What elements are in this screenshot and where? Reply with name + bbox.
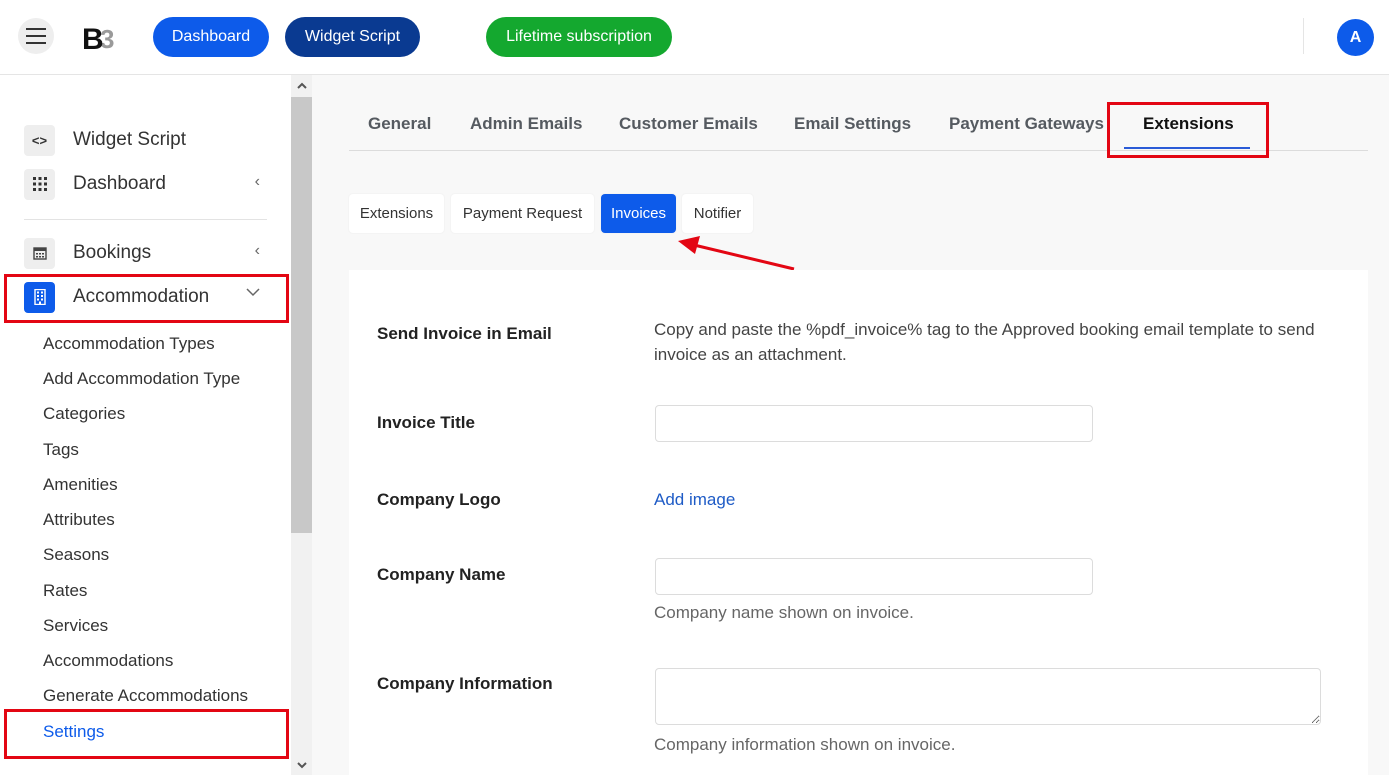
company-information-help: Company information shown on invoice. <box>654 735 956 754</box>
chevron-down-icon <box>246 284 260 302</box>
sidebar-divider <box>24 219 267 220</box>
sidebar-item-label: Dashboard <box>73 173 166 194</box>
submenu-categories[interactable]: Categories <box>43 404 125 424</box>
sidebar-scrollbar[interactable] <box>291 75 312 775</box>
company-logo-label: Company Logo <box>377 490 501 509</box>
tab-admin-emails[interactable]: Admin Emails <box>470 114 582 134</box>
brand-logo[interactable]: 3 B <box>82 22 116 52</box>
submenu-services[interactable]: Services <box>43 616 108 636</box>
sidebar-item-bookings[interactable]: Bookings ‹ <box>24 236 274 270</box>
submenu-amenities[interactable]: Amenities <box>43 475 118 495</box>
tab-customer-emails[interactable]: Customer Emails <box>619 114 758 134</box>
submenu-attributes[interactable]: Attributes <box>43 510 115 530</box>
widget-script-button[interactable]: Widget Script <box>285 17 420 57</box>
code-icon: <> <box>24 124 55 156</box>
company-name-help: Company name shown on invoice. <box>654 603 914 622</box>
tab-extensions[interactable]: Extensions <box>1143 114 1234 134</box>
menu-toggle-button[interactable] <box>18 18 54 54</box>
sidebar-item-label: Accommodation <box>73 286 210 307</box>
company-information-label: Company Information <box>377 674 553 693</box>
hamburger-icon-line <box>26 28 46 30</box>
send-invoice-description: Copy and paste the %pdf_invoice% tag to … <box>654 320 1315 364</box>
company-information-textarea[interactable] <box>655 668 1321 725</box>
sidebar-item-label: Widget Script <box>73 129 186 150</box>
scroll-down-icon[interactable] <box>291 755 312 775</box>
hamburger-icon-line <box>26 35 46 37</box>
chevron-left-icon: ‹ <box>254 242 260 259</box>
invoice-title-label: Invoice Title <box>377 413 475 432</box>
subtab-payment-request[interactable]: Payment Request <box>451 194 594 233</box>
calendar-icon <box>24 237 55 269</box>
chevron-left-icon: ‹ <box>254 173 260 190</box>
submenu-tags[interactable]: Tags <box>43 440 79 460</box>
lifetime-subscription-button[interactable]: Lifetime subscription <box>486 17 672 57</box>
settings-tabs: General Admin Emails Customer Emails Ema… <box>349 100 1368 151</box>
scrollbar-thumb[interactable] <box>291 97 312 533</box>
svg-text:B: B <box>82 23 104 52</box>
invoice-settings-card: Send Invoice in Email Copy and paste the… <box>349 270 1368 775</box>
sidebar-item-label: Bookings <box>73 242 152 263</box>
subtab-notifier[interactable]: Notifier <box>682 194 753 233</box>
hamburger-icon-line <box>26 42 46 44</box>
submenu-rates[interactable]: Rates <box>43 581 87 601</box>
add-image-link[interactable]: Add image <box>654 490 735 510</box>
submenu-accommodations[interactable]: Accommodations <box>43 651 173 671</box>
company-name-label: Company Name <box>377 565 506 584</box>
dashboard-button[interactable]: Dashboard <box>153 17 269 57</box>
submenu-accommodation-types[interactable]: Accommodation Types <box>43 334 215 354</box>
subtab-invoices[interactable]: Invoices <box>601 194 676 233</box>
submenu-settings[interactable]: Settings <box>43 722 104 742</box>
invoice-title-input[interactable] <box>655 405 1093 442</box>
active-tab-indicator <box>1124 147 1250 149</box>
tab-email-settings[interactable]: Email Settings <box>794 114 911 134</box>
sidebar-item-dashboard[interactable]: Dashboard ‹ <box>24 167 274 201</box>
top-bar: 3 B Dashboard Widget Script Lifetime sub… <box>0 0 1389 75</box>
scroll-up-icon[interactable] <box>291 75 312 95</box>
grid-icon <box>24 168 55 200</box>
company-name-input[interactable] <box>655 558 1093 595</box>
sidebar-item-widget-script[interactable]: <> Widget Script <box>24 123 274 157</box>
subtab-extensions[interactable]: Extensions <box>349 194 444 233</box>
submenu-add-accommodation-type[interactable]: Add Accommodation Type <box>43 369 240 389</box>
send-invoice-label: Send Invoice in Email <box>377 324 552 343</box>
user-avatar[interactable]: A <box>1337 19 1374 56</box>
sidebar-item-accommodation[interactable]: Accommodation <box>24 280 274 314</box>
submenu-seasons[interactable]: Seasons <box>43 545 109 565</box>
tab-payment-gateways[interactable]: Payment Gateways <box>949 114 1104 134</box>
submenu-generate-accommodations[interactable]: Generate Accommodations <box>43 686 248 706</box>
header-divider <box>1303 18 1304 54</box>
sidebar: <> Widget Script Dashboard ‹ Bookings ‹ … <box>0 75 291 775</box>
tab-general[interactable]: General <box>368 114 431 134</box>
building-icon <box>24 281 55 313</box>
